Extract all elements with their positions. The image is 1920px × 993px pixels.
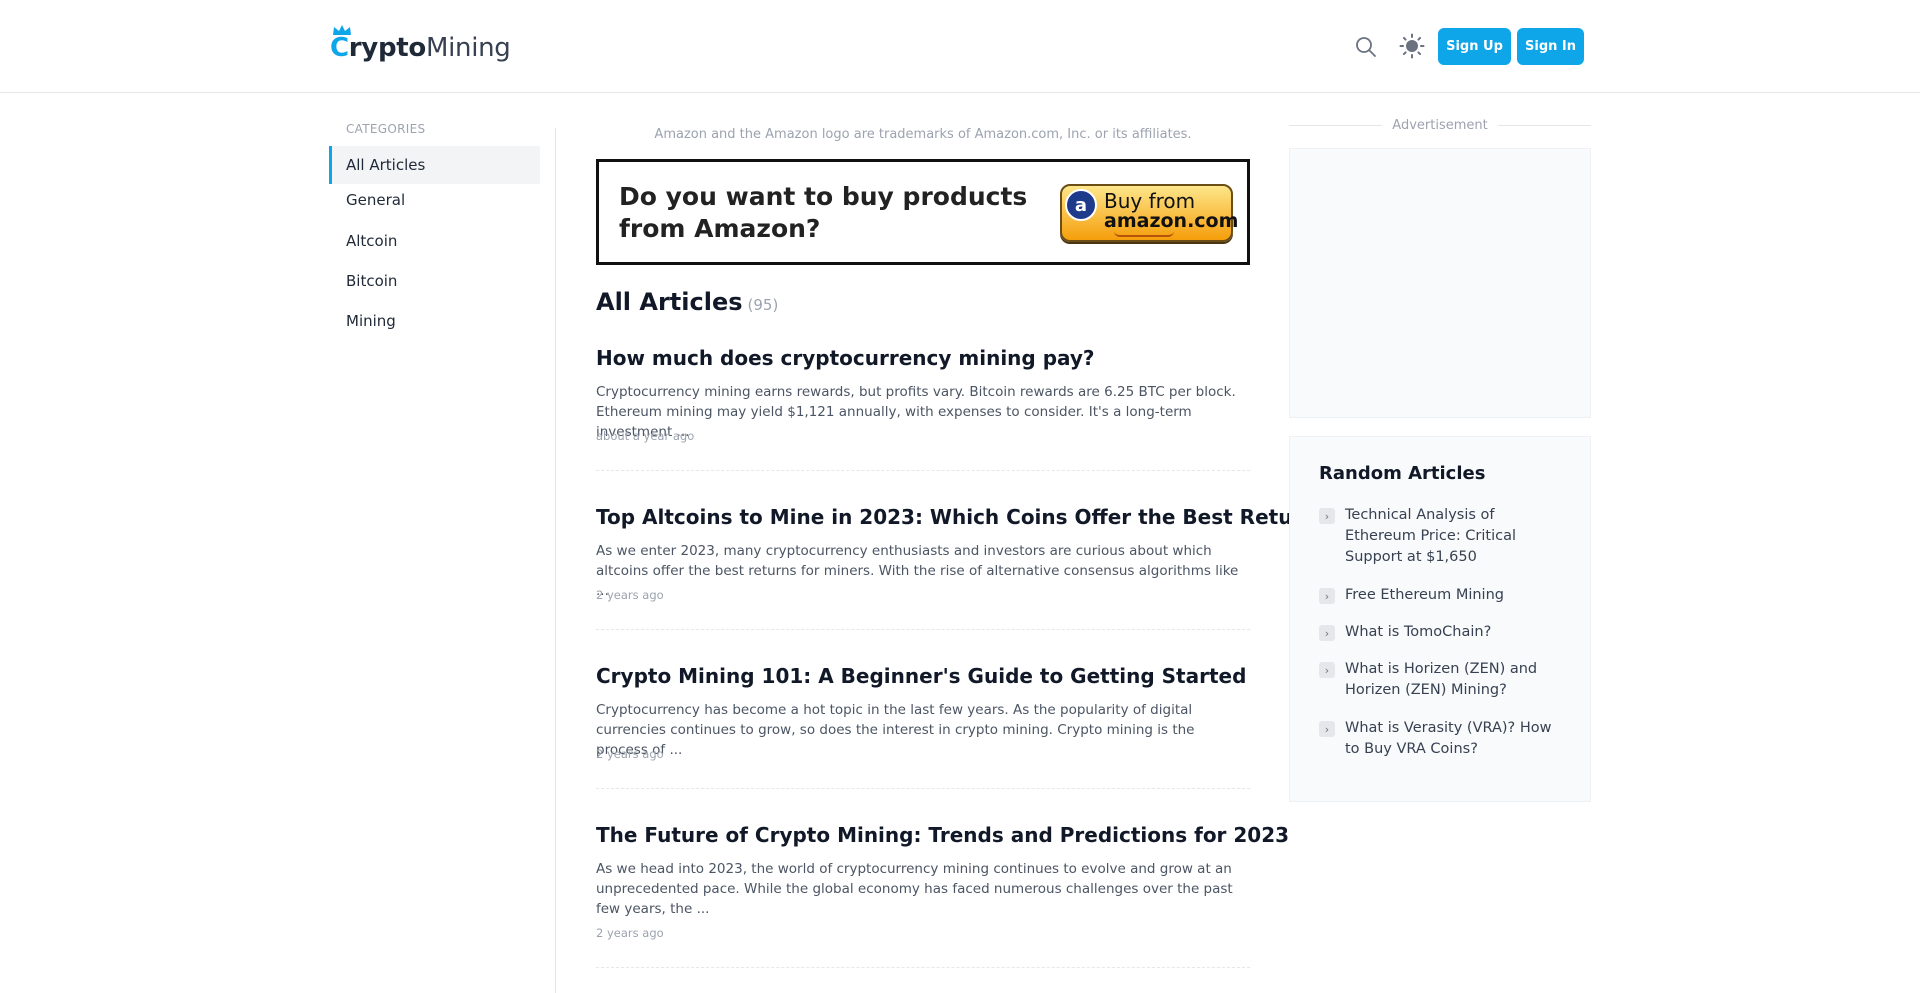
sidebar-item-mining[interactable]: Mining [329,302,540,340]
random-article-label: Free Ethereum Mining [1345,587,1504,603]
random-article-link[interactable]: › Free Ethereum Mining [1319,585,1564,607]
sidebar-item-general[interactable]: General [329,181,540,219]
logo-crypto: rypto [348,33,426,63]
article-excerpt: Cryptocurrency has become a hot topic in… [596,702,1195,758]
article-count: (95) [747,296,779,314]
logo-mining: Mining [425,33,511,63]
article-time: 2 years ago [596,588,664,602]
amazon-button-line2: amazon.com [1104,210,1239,232]
random-articles-title: Random Articles [1319,463,1486,484]
chevron-right-icon: › [1319,721,1335,737]
article-title[interactable]: How much does cryptocurrency mining pay? [596,346,1095,370]
article-excerpt: As we head into 2023, the world of crypt… [596,861,1233,917]
advertisement-text: Advertisement [1392,117,1488,133]
article-time: about a year ago [596,429,695,443]
chevron-right-icon: › [1319,508,1335,524]
sidebar-item-altcoin[interactable]: Altcoin [329,222,540,260]
sign-in-button[interactable]: Sign In [1517,28,1584,65]
advertisement-label: Advertisement [1289,117,1591,133]
page-title: All Articles [596,288,743,316]
article-time: 2 years ago [596,747,664,761]
sidebar-item-bitcoin[interactable]: Bitcoin [329,262,540,300]
categories-title: CATEGORIES [346,122,426,136]
article-time: 2 years ago [596,926,664,940]
random-article-label: Technical Analysis of Ethereum Price: Cr… [1345,507,1517,565]
site-header: C rypto Mining Sign Up Sign In [0,0,1920,93]
random-article-label: What is Verasity (VRA)? How to Buy VRA C… [1345,720,1552,757]
amazon-logo-icon: a [1065,189,1097,221]
article-title[interactable]: Top Altcoins to Mine in 2023: Which Coin… [596,505,1340,529]
random-article-label: What is TomoChain? [1345,624,1492,640]
chevron-right-icon: › [1319,662,1335,678]
article-item: How much does cryptocurrency mining pay?… [596,346,1250,471]
section-heading: All Articles (95) [596,288,778,316]
article-item: Top Altcoins to Mine in 2023: Which Coin… [596,505,1340,630]
chevron-right-icon: › [1319,625,1335,641]
divider [1497,124,1591,126]
trademark-notice: Amazon and the Amazon logo are trademark… [654,127,1192,142]
amazon-banner[interactable]: Do you want to buy products from Amazon?… [596,159,1250,265]
divider [1289,124,1383,126]
buy-from-amazon-button[interactable]: a Buy from amazon.com [1060,184,1238,242]
article-item: The Future of Crypto Mining: Trends and … [596,823,1289,968]
logo-c: C [330,25,351,63]
random-articles-panel: Random Articles › Technical Analysis of … [1289,436,1591,802]
advertisement-slot[interactable] [1289,148,1591,418]
random-article-link[interactable]: › What is Verasity (VRA)? How to Buy VRA… [1319,718,1564,762]
search-icon[interactable] [1354,35,1378,59]
site-logo[interactable]: C rypto Mining [330,25,511,68]
article-item: Crypto Mining 101: A Beginner's Guide to… [596,664,1250,789]
amazon-smile-icon [1114,231,1174,237]
article-excerpt: As we enter 2023, many cryptocurrency en… [596,543,1239,599]
crown-icon [333,25,351,35]
sidebar-divider [555,128,556,993]
random-article-link[interactable]: › What is Horizen (ZEN) and Horizen (ZEN… [1319,659,1564,703]
random-article-label: What is Horizen (ZEN) and Horizen (ZEN) … [1345,661,1538,698]
chevron-right-icon: › [1319,588,1335,604]
article-title[interactable]: The Future of Crypto Mining: Trends and … [596,823,1289,847]
random-article-link[interactable]: › What is TomoChain? [1319,622,1564,644]
sun-icon[interactable] [1399,33,1425,59]
sidebar-item-all-articles[interactable]: All Articles [329,146,540,184]
sign-up-button[interactable]: Sign Up [1438,28,1511,65]
article-title[interactable]: Crypto Mining 101: A Beginner's Guide to… [596,664,1246,688]
random-article-link[interactable]: › Technical Analysis of Ethereum Price: … [1319,505,1564,569]
amazon-banner-text: Do you want to buy products from Amazon? [619,182,1028,243]
